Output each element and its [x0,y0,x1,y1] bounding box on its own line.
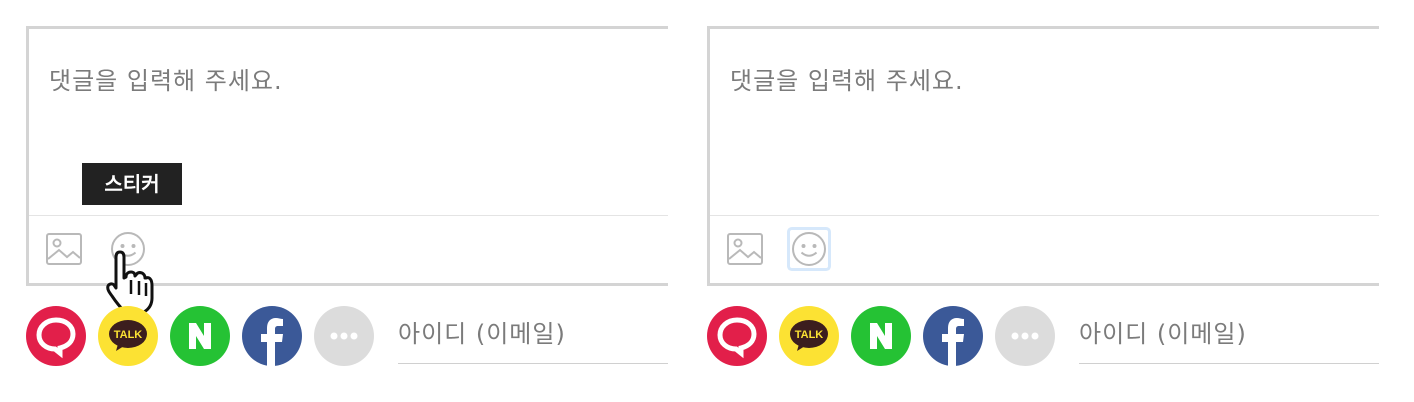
comment-placeholder[interactable]: 댓글을 입력해 주세요. [730,61,964,96]
facebook-login-icon[interactable] [242,306,302,366]
id-email-field[interactable]: 아이디 (이메일) [1079,310,1379,364]
kakao-badge-text: TALK [795,329,824,341]
kakaotalk-login-icon[interactable]: TALK [98,306,158,366]
divider [29,215,668,216]
facebook-login-icon[interactable] [923,306,983,366]
id-email-field[interactable]: 아이디 (이메일) [398,310,668,364]
naver-login-icon[interactable] [851,306,911,366]
more-login-icon[interactable] [995,306,1055,366]
comment-box[interactable]: 댓글을 입력해 주세요. [707,26,1379,286]
sticker-icon[interactable] [790,230,828,268]
comment-panel-focused-state: 댓글을 입력해 주세요. TALK 아이디 (이메일) [707,26,1379,376]
kakaotalk-login-icon[interactable]: TALK [779,306,839,366]
divider [710,215,1379,216]
daum-login-icon[interactable] [26,306,86,366]
sticker-tooltip: 스티커 [82,163,182,205]
image-attach-icon[interactable] [726,230,764,268]
daum-login-icon[interactable] [707,306,767,366]
kakao-badge-text: TALK [114,329,143,341]
comment-placeholder[interactable]: 댓글을 입력해 주세요. [49,61,283,96]
image-attach-icon[interactable] [45,230,83,268]
naver-login-icon[interactable] [170,306,230,366]
comment-box[interactable]: 댓글을 입력해 주세요. 스티커 [26,26,668,286]
more-login-icon[interactable] [314,306,374,366]
comment-panel-hover-state: 댓글을 입력해 주세요. 스티커 TALK 아이디 (이메일) [26,26,668,376]
